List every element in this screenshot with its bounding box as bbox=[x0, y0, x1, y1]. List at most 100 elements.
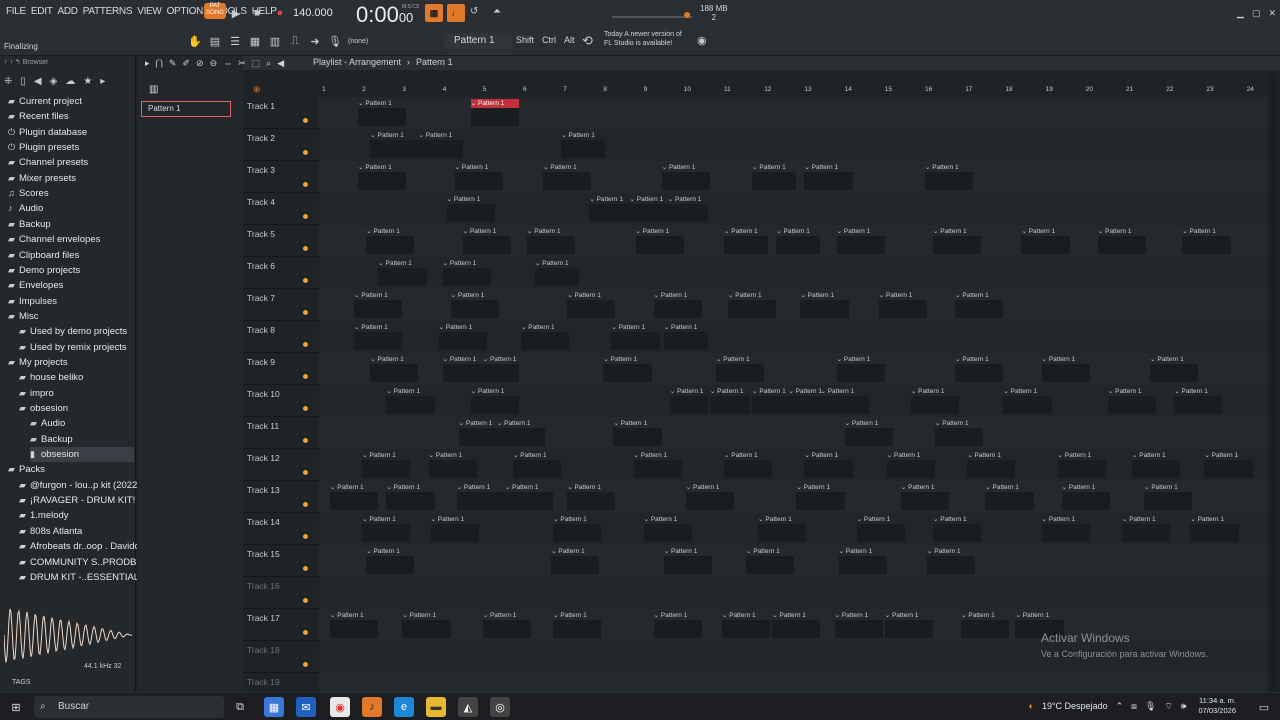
browser-item[interactable]: ▰ Used by demo projects bbox=[19, 324, 134, 339]
clock[interactable]: 11:34 a. m. 07/03/2026 bbox=[1198, 696, 1236, 716]
pattern-clip[interactable]: ⌄ Pattern 1 bbox=[358, 163, 407, 190]
mic-icon[interactable]: 🎙 bbox=[328, 34, 342, 48]
playback-icon[interactable]: ◀ bbox=[277, 58, 284, 69]
pattern-clip[interactable]: ⌄ Pattern 1 bbox=[358, 99, 407, 126]
pattern-clip[interactable]: ⌄ Pattern 1 bbox=[458, 419, 499, 446]
pattern-clip[interactable]: ⌄ Pattern 1 bbox=[721, 611, 771, 638]
magnet-icon[interactable]: ⋂ bbox=[156, 58, 163, 69]
snap-icon[interactable]: ▦ bbox=[425, 4, 443, 22]
track-mute-led[interactable] bbox=[303, 534, 308, 539]
pattern-clip[interactable]: ⌄ Pattern 1 bbox=[927, 547, 976, 574]
pattern-clip[interactable]: ⌄ Pattern 1 bbox=[553, 515, 602, 542]
pattern-clip[interactable]: ⌄ Pattern 1 bbox=[386, 483, 435, 510]
pattern-clip[interactable]: ⌄ Pattern 1 bbox=[1057, 451, 1106, 478]
pattern-clip[interactable]: ⌄ Pattern 1 bbox=[856, 515, 905, 542]
weather-icon[interactable]: ◐ bbox=[1029, 701, 1034, 711]
track-name[interactable]: Track 5 bbox=[247, 229, 275, 239]
record-icon[interactable]: ● bbox=[273, 6, 287, 20]
pattern-clip[interactable]: ⌄ Pattern 1 bbox=[788, 387, 825, 414]
track-name[interactable]: Track 11 bbox=[247, 421, 279, 431]
pattern-clip[interactable]: ⌄ Pattern 1 bbox=[758, 515, 807, 542]
track-name[interactable]: Track 9 bbox=[247, 357, 275, 367]
track-name[interactable]: Track 7 bbox=[247, 293, 275, 303]
pattern-clip[interactable]: ⌄ Pattern 1 bbox=[520, 323, 570, 350]
pattern-clip[interactable]: ⌄ Pattern 1 bbox=[643, 515, 692, 542]
browser-item[interactable]: ▰ Channel presets bbox=[8, 155, 134, 170]
pattern-clip[interactable]: ⌄ Pattern 1 bbox=[1021, 227, 1070, 254]
pattern-clip[interactable]: ⌄ Pattern 1 bbox=[438, 323, 487, 350]
news-panel[interactable]: Today A newer version of FL Studio is ava… bbox=[604, 30, 682, 48]
pattern-clip[interactable]: ⌄ Pattern 1 bbox=[330, 483, 379, 510]
pattern-clip[interactable]: ⌄ Pattern 1 bbox=[635, 227, 684, 254]
track-mute-led[interactable] bbox=[303, 438, 308, 443]
pattern-clip[interactable]: ⌄ Pattern 1 bbox=[370, 355, 419, 382]
pattern-clip[interactable]: ⌄ Pattern 1 bbox=[362, 515, 411, 542]
pattern-clip[interactable]: ⌄ Pattern 1 bbox=[543, 163, 592, 190]
track-name[interactable]: Track 15 bbox=[247, 549, 280, 559]
pattern-clip[interactable]: ⌄ Pattern 1 bbox=[910, 387, 960, 414]
menu-item[interactable]: PATTERNS bbox=[83, 6, 133, 20]
menu-item[interactable]: EDIT bbox=[31, 6, 53, 20]
store-icon[interactable]: ▦ bbox=[264, 697, 284, 717]
mic-tray-icon[interactable]: 🎙 bbox=[1145, 701, 1156, 712]
browser-item[interactable]: ▰ @furgon - lou..p kit (2022) bbox=[19, 478, 141, 493]
piano-roll-icon[interactable]: ▦ bbox=[248, 34, 262, 48]
track-lane[interactable]: ⌄ Pattern 1 ⌄ Pattern 1 ⌄ Pattern 1 ⌄ Patte… bbox=[319, 161, 1267, 193]
browser-item[interactable]: ▰ Used by remix projects bbox=[19, 340, 134, 355]
track-mute-led[interactable] bbox=[303, 374, 308, 379]
pattern-clip[interactable]: ⌄ Pattern 1 bbox=[553, 611, 602, 638]
pattern-clip[interactable]: ⌄ Pattern 1 bbox=[955, 291, 1004, 318]
pattern-clip[interactable]: ⌄ Pattern 1 bbox=[442, 259, 491, 286]
minimize-icon[interactable]: ▁ bbox=[1237, 8, 1244, 19]
back-icon[interactable]: ◀ bbox=[34, 76, 42, 87]
browser-item[interactable]: ▰ Backup bbox=[30, 432, 134, 447]
pattern-clip[interactable]: ⌄ Pattern 1 bbox=[669, 387, 708, 414]
track-mute-led[interactable] bbox=[303, 182, 308, 187]
pattern-clip[interactable]: ⌄ Pattern 1 bbox=[900, 483, 950, 510]
picker-icon[interactable]: ▥ bbox=[149, 84, 158, 95]
pattern-clip[interactable]: ⌄ Pattern 1 bbox=[1041, 355, 1090, 382]
browser-item[interactable]: ▰ Misc bbox=[8, 309, 134, 324]
pattern-clip[interactable]: ⌄ Pattern 1 bbox=[746, 547, 795, 574]
browser-item[interactable]: ▰ My projects bbox=[8, 355, 134, 370]
track-name[interactable]: Track 13 bbox=[247, 485, 280, 495]
browser-item[interactable]: ▰ Audio bbox=[30, 416, 134, 431]
maximize-icon[interactable]: ▢ bbox=[1252, 8, 1261, 19]
track-lane[interactable]: ⌄ Pattern 1 ⌄ Pattern 1 ⌄ Pattern 1 ⌄ Patte… bbox=[319, 225, 1267, 257]
alt-key[interactable]: Alt bbox=[564, 35, 575, 45]
select-icon[interactable]: ⬚ bbox=[252, 58, 261, 69]
pattern-clip[interactable]: ⌄ Pattern 1 bbox=[838, 547, 887, 574]
slip-icon[interactable]: ⇔ bbox=[223, 58, 232, 68]
track-lane[interactable]: ⌄ Pattern 1 ⌄ Pattern 1 bbox=[319, 97, 1267, 129]
browser-item[interactable]: ♫ Scores bbox=[8, 186, 134, 201]
browser-item[interactable]: ▰ 808s Atlanta bbox=[19, 524, 134, 539]
pattern-clip[interactable]: ⌄ Pattern 1 bbox=[925, 163, 974, 190]
pattern-clip[interactable]: ⌄ Pattern 1 bbox=[535, 259, 580, 286]
pattern-clip[interactable]: ⌄ Pattern 1 bbox=[933, 227, 982, 254]
chevron-up-icon[interactable]: ⌃ bbox=[1116, 701, 1124, 712]
track-name[interactable]: Track 17 bbox=[247, 613, 280, 623]
globe-icon[interactable]: ◉ bbox=[697, 34, 707, 47]
fl-studio-icon[interactable]: ♪ bbox=[362, 697, 382, 717]
track-name[interactable]: Track 3 bbox=[247, 165, 275, 175]
zoom-icon[interactable]: ⌕ bbox=[266, 58, 271, 69]
pattern-clip[interactable]: ⌄ Pattern 1 bbox=[603, 355, 652, 382]
browser-item[interactable]: ▰ Clipboard files bbox=[8, 248, 134, 263]
track-name[interactable]: Track 16 bbox=[247, 581, 280, 591]
browser-item[interactable]: ⏻ Plugin presets bbox=[8, 140, 134, 155]
timeline-ruler[interactable]: 1 2 3 4 5 6 7 8 9 10 11 12 13 14 15 16 17 18 19 20 21 22 23 24 bbox=[319, 86, 1269, 96]
track-name[interactable]: Track 12 bbox=[247, 453, 280, 463]
shift-key[interactable]: Shift bbox=[516, 35, 534, 45]
weather-text[interactable]: 19°C Despejado bbox=[1042, 701, 1108, 711]
app-icon[interactable]: ◭ bbox=[458, 697, 478, 717]
master-volume-knob[interactable] bbox=[684, 12, 690, 18]
track-lane[interactable]: ⌄ Pattern 1 ⌄ Pattern 1 ⌄ Pattern 1 ⌄ Patte… bbox=[319, 545, 1267, 577]
browser-item[interactable]: ⏻ Plugin database bbox=[8, 125, 134, 140]
pattern-clip[interactable]: ⌄ Pattern 1 bbox=[567, 291, 616, 318]
pattern-clip[interactable]: ⌄ Pattern 1 bbox=[402, 611, 451, 638]
pattern-clip[interactable]: ⌄ Pattern 1 bbox=[728, 291, 777, 318]
track-mute-led[interactable] bbox=[303, 598, 308, 603]
pattern-clip[interactable]: ⌄ Pattern 1 bbox=[428, 451, 477, 478]
pattern-clip[interactable]: ⌄ Pattern 1 bbox=[1107, 387, 1157, 414]
track-name[interactable]: Track 18 bbox=[247, 645, 280, 655]
